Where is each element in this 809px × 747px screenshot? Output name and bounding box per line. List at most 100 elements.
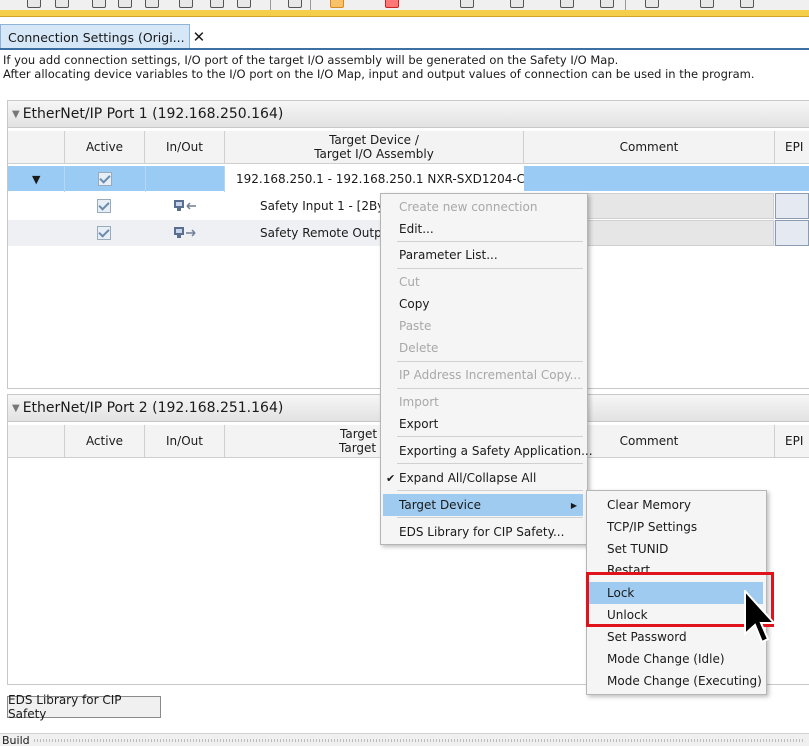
column-active[interactable]: Active: [65, 425, 145, 457]
menu-item-import[interactable]: Import: [383, 391, 583, 413]
menu-item-label: Exporting a Safety Application...: [399, 444, 593, 458]
column-target-line1: Target Device /: [329, 133, 419, 147]
submenu-item-mode-executing[interactable]: Mode Change (Executing): [589, 670, 763, 692]
toolbar-button[interactable]: [145, 0, 159, 8]
tab-underline: [0, 48, 809, 50]
submenu-item-set-password[interactable]: Set Password: [589, 626, 763, 648]
active-checkbox[interactable]: [97, 199, 111, 213]
menu-item-parameter-list[interactable]: Parameter List...: [383, 244, 583, 266]
submenu-item-label: TCP/IP Settings: [607, 520, 698, 534]
column-comment[interactable]: Comment: [524, 131, 775, 163]
toolbar-button[interactable]: [560, 0, 574, 8]
column-inout[interactable]: In/Out: [145, 425, 225, 457]
submenu-arrow-icon: ▶: [570, 500, 577, 510]
column-target-line2: Target I/O Assembly: [314, 147, 434, 161]
menu-item-ip-incremental-copy[interactable]: IP Address Incremental Copy...: [383, 364, 583, 386]
submenu-item-label: Mode Change (Executing): [607, 674, 762, 688]
menu-separator: [397, 436, 583, 437]
toolbar-button[interactable]: [237, 0, 251, 8]
check-icon: ✔: [386, 471, 396, 485]
submenu-item-clear-memory[interactable]: Clear Memory: [589, 494, 763, 516]
submenu-item-tcpip-settings[interactable]: TCP/IP Settings: [589, 516, 763, 538]
active-cell[interactable]: [64, 166, 145, 192]
submenu-item-mode-idle[interactable]: Mode Change (Idle): [589, 648, 763, 670]
active-checkbox[interactable]: [97, 226, 111, 240]
toolbar-button[interactable]: [330, 0, 344, 8]
toolbar-button[interactable]: [460, 0, 474, 8]
column-epi[interactable]: EPI: [775, 425, 809, 457]
menu-item-label: Cut: [399, 275, 420, 289]
toolbar-button[interactable]: [288, 0, 302, 8]
eds-library-button[interactable]: EDS Library for CIP Safety: [7, 693, 161, 721]
toolbar-button[interactable]: [118, 0, 132, 8]
port1-header[interactable]: ▼ EtherNet/IP Port 1 (192.168.250.164): [7, 100, 809, 128]
table-row-device[interactable]: ▼ 192.168.250.1 - 192.168.250.1 NXR-SXD1…: [8, 166, 809, 192]
menu-item-label: Delete: [399, 341, 439, 355]
menu-item-label: Export: [399, 417, 439, 431]
active-cell[interactable]: [64, 220, 144, 246]
toolbar-button[interactable]: [179, 0, 193, 8]
info-text-line-2: After allocating device variables to the…: [3, 67, 755, 81]
menu-item-copy[interactable]: Copy: [383, 293, 583, 315]
collapse-icon[interactable]: ▼: [12, 403, 20, 414]
toolbar-button[interactable]: [600, 0, 614, 8]
toolbar-separator: [270, 0, 271, 10]
info-text-line-1: If you add connection settings, I/O port…: [3, 53, 619, 67]
close-icon[interactable]: ✕: [193, 28, 206, 46]
expand-toggle-icon[interactable]: ▼: [32, 166, 52, 192]
submenu-item-set-tunid[interactable]: Set TUNID: [589, 538, 763, 560]
active-cell[interactable]: [64, 193, 144, 219]
menu-item-label: Import: [399, 395, 439, 409]
toolbar-button[interactable]: [740, 0, 754, 8]
menu-item-label: Paste: [399, 319, 432, 333]
menu-item-create-connection[interactable]: Create new connection: [383, 196, 583, 218]
highlight-strip: [0, 10, 809, 17]
tab-label: Connection Settings (Origi...: [8, 29, 185, 45]
menu-item-label: Edit...: [399, 222, 434, 236]
menu-separator: [397, 517, 583, 518]
submenu-item-label: Set TUNID: [607, 542, 669, 556]
menu-item-edit[interactable]: Edit...: [383, 218, 583, 240]
toolbar-button[interactable]: [55, 0, 69, 8]
active-checkbox[interactable]: [98, 172, 112, 186]
menu-item-target-device[interactable]: Target Device ▶: [383, 494, 583, 516]
column-target[interactable]: Target Device / Target I/O Assembly: [225, 131, 524, 163]
menu-item-expand-collapse[interactable]: ✔ Expand All/Collapse All: [383, 467, 583, 489]
column-epi[interactable]: EPI: [775, 131, 809, 163]
build-label: Build: [2, 734, 30, 747]
menu-separator: [397, 268, 583, 269]
menu-item-delete[interactable]: Delete: [383, 337, 583, 359]
port1-column-header: Active In/Out Target Device / Target I/O…: [8, 131, 809, 164]
tab-connection-settings[interactable]: Connection Settings (Origi... ✕: [0, 24, 205, 49]
target-device-name: 192.168.250.1 - 192.168.250.1 NXR-SXD120…: [236, 172, 524, 186]
menu-item-label: Expand All/Collapse All: [399, 471, 537, 485]
menu-item-export[interactable]: Export: [383, 413, 583, 435]
column-active[interactable]: Active: [65, 131, 145, 163]
column-expander: [8, 131, 65, 163]
toolbar-separator: [625, 0, 626, 10]
epi-cell[interactable]: [775, 193, 809, 219]
toolbar-button[interactable]: [27, 0, 41, 8]
toolbar-button[interactable]: [385, 0, 399, 8]
port2-title: EtherNet/IP Port 2 (192.168.251.164): [22, 400, 284, 416]
collapse-icon[interactable]: ▼: [12, 109, 20, 120]
menu-item-label: Copy: [399, 297, 430, 311]
epi-cell[interactable]: [775, 220, 809, 246]
toolbar-button[interactable]: [700, 0, 714, 8]
menu-item-label: Parameter List...: [399, 248, 498, 262]
menu-item-export-safety-app[interactable]: Exporting a Safety Application...: [383, 440, 593, 462]
output-arrow-icon: [174, 227, 196, 238]
menu-item-eds-library[interactable]: EDS Library for CIP Safety...: [383, 521, 583, 543]
target-cell[interactable]: 192.168.250.1 - 192.168.250.1 NXR-SXD120…: [224, 166, 524, 192]
toolbar-button[interactable]: [210, 0, 224, 8]
toolbar-button[interactable]: [510, 0, 524, 8]
menu-item-paste[interactable]: Paste: [383, 315, 583, 337]
menu-item-cut[interactable]: Cut: [383, 271, 583, 293]
submenu-item-restart[interactable]: Restart: [589, 560, 763, 572]
inout-cell: [145, 166, 226, 192]
menu-separator: [397, 241, 583, 242]
toolbar-button[interactable]: [92, 0, 106, 8]
toolbar-button[interactable]: [645, 0, 659, 8]
build-panel-bar[interactable]: Build: [0, 733, 809, 747]
column-inout[interactable]: In/Out: [145, 131, 225, 163]
